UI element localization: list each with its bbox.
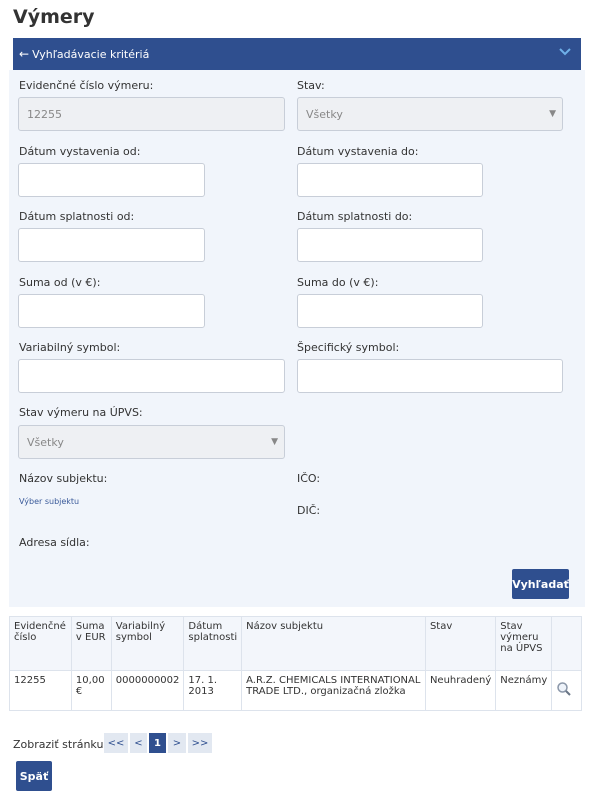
pager-first-button[interactable]: << (104, 733, 128, 753)
stav-label: Stav: (297, 79, 325, 92)
spec-symbol-label: Špecifický symbol: (297, 341, 400, 354)
datum-vyst-do-label: Dátum vystavenia do: (297, 145, 419, 158)
cell-var-symbol: 0000000002 (110, 670, 185, 711)
stav-select[interactable]: Všetky ▼ (297, 97, 563, 131)
search-button[interactable]: Vyhľadať (512, 569, 569, 599)
spec-symbol-input[interactable] (297, 359, 563, 393)
evid-label: Evidenčné číslo výmeru: (19, 79, 154, 92)
adresa-label: Adresa sídla: (19, 536, 90, 549)
suma-od-label: Suma od (v €): (19, 276, 101, 289)
table-header-row: Evidenčné číslo Suma v EUR Variabilný sy… (9, 616, 582, 671)
col-actions (551, 616, 582, 671)
page-title: Výmery (13, 6, 95, 28)
stav-upvs-select-value: Všetky (27, 435, 64, 449)
pager-last-button[interactable]: >> (188, 733, 212, 753)
col-stav: Stav (424, 616, 497, 671)
col-stav-upvs: Stav výmeru na ÚPVS (495, 616, 553, 671)
back-button[interactable]: Späť (16, 761, 52, 791)
vyber-subjektu-link[interactable]: Výber subjektu (19, 497, 79, 506)
suma-do-label: Suma do (v €): (297, 276, 379, 289)
datum-spl-do-label: Dátum splatnosti do: (297, 210, 413, 223)
table-row: 12255 10,00 € 0000000002 17. 1. 2013 A.R… (9, 670, 582, 711)
pager-label: Zobraziť stránku: (13, 738, 108, 751)
cell-suma: 10,00 € (70, 670, 112, 711)
var-symbol-input[interactable] (18, 359, 285, 393)
pager-page-current[interactable]: 1 (149, 733, 166, 753)
cell-evid: 12255 (9, 670, 72, 711)
col-var-symbol: Variabilný symbol (110, 616, 185, 671)
cell-datum: 17. 1. 2013 (183, 670, 243, 711)
datum-vyst-od-input[interactable] (18, 163, 205, 197)
col-suma: Suma v EUR (70, 616, 112, 671)
results-table: Evidenčné číslo Suma v EUR Variabilný sy… (9, 616, 582, 711)
col-datum: Dátum splatnosti (183, 616, 243, 671)
cell-actions (551, 670, 582, 711)
datum-vyst-do-input[interactable] (297, 163, 483, 197)
datum-spl-od-label: Dátum splatnosti od: (19, 210, 135, 223)
stav-upvs-select[interactable]: Všetky ▼ (18, 425, 285, 459)
datum-vyst-od-label: Dátum vystavenia od: (19, 145, 141, 158)
col-evid: Evidenčné číslo (9, 616, 72, 671)
suma-do-input[interactable] (297, 294, 483, 328)
datum-spl-do-input[interactable] (297, 228, 483, 262)
pager-next-button[interactable]: > (168, 733, 186, 753)
caret-down-icon: ▼ (549, 109, 556, 119)
var-symbol-label: Variabilný symbol: (19, 341, 121, 354)
arrow-left-icon: ← (19, 47, 30, 61)
cell-stav-upvs: Neznámy (495, 670, 553, 711)
cell-nazov: A.R.Z. CHEMICALS INTERNATIONAL TRADE LTD… (241, 670, 426, 711)
col-nazov: Názov subjektu (241, 616, 426, 671)
evid-number-input[interactable]: 12255 (18, 97, 285, 131)
nazov-subjektu-label: Názov subjektu: (19, 472, 108, 485)
search-criteria-header[interactable]: ← Vyhľadávacie kritériá (13, 38, 581, 70)
dic-label: DIČ: (297, 504, 321, 517)
suma-od-input[interactable] (18, 294, 205, 328)
chevron-down-icon[interactable] (559, 46, 571, 59)
magnifier-icon[interactable] (556, 681, 572, 700)
panel-title: Vyhľadávacie kritériá (32, 47, 150, 61)
cell-stav: Neuhradený (424, 670, 497, 711)
ico-label: IČO: (297, 472, 321, 485)
caret-down-icon: ▼ (271, 437, 278, 447)
stav-select-value: Všetky (306, 107, 343, 121)
pager-prev-button[interactable]: < (130, 733, 147, 753)
datum-spl-od-input[interactable] (18, 228, 205, 262)
stav-upvs-label: Stav výmeru na ÚPVS: (19, 406, 143, 419)
